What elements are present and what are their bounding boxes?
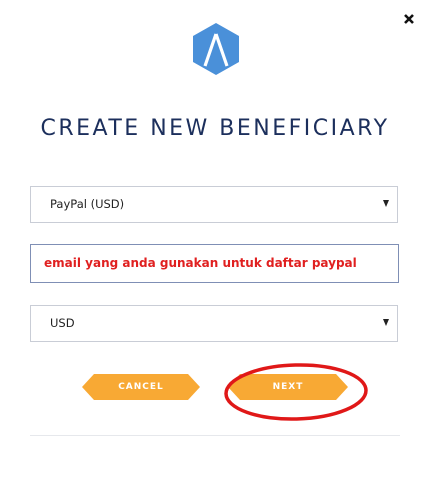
currency-value: USD <box>50 316 75 330</box>
email-placeholder: email yang anda gunakan untuk daftar pay… <box>44 256 357 270</box>
cancel-button[interactable]: CANCEL <box>82 374 200 400</box>
hexagon-logo-icon <box>191 22 241 76</box>
email-input[interactable]: email yang anda gunakan untuk daftar pay… <box>30 244 399 283</box>
divider <box>30 435 400 436</box>
create-beneficiary-dialog: CREATE NEW BENEFICIARY PayPal (USD) emai… <box>0 0 430 496</box>
currency-select[interactable]: USD <box>30 305 398 342</box>
payment-method-value: PayPal (USD) <box>50 197 125 211</box>
close-icon <box>404 14 414 24</box>
dialog-title: CREATE NEW BENEFICIARY <box>40 116 390 141</box>
close-button[interactable] <box>396 6 422 32</box>
payment-method-select[interactable]: PayPal (USD) <box>30 186 398 223</box>
dropdown-arrow-icon <box>383 200 389 207</box>
dropdown-arrow-icon <box>383 319 389 326</box>
next-button[interactable]: NEXT <box>228 374 348 400</box>
